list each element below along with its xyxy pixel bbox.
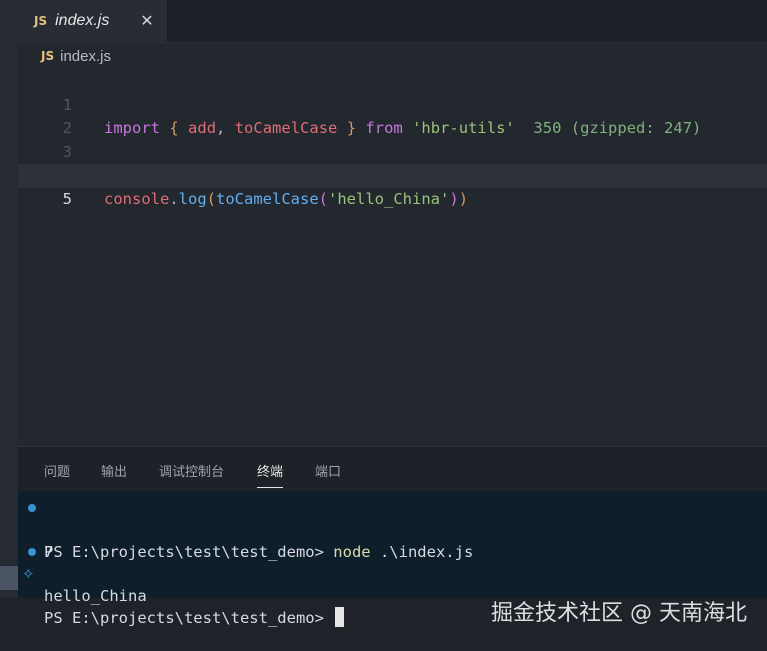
watermark: 掘金技术社区 @ 天南海北: [491, 601, 747, 626]
editor-tab-bar: JS index.js ✕: [18, 0, 767, 43]
code-token: ): [458, 189, 469, 208]
terminal-prompt: PS E:\projects\test\test_demo>: [44, 543, 334, 561]
terminal-cursor: [335, 607, 345, 627]
code-line[interactable]: 2: [18, 94, 767, 137]
tab-label: index.js: [55, 12, 110, 29]
terminal-line: ✧ PS E:\projects\test\test_demo>: [18, 563, 345, 627]
code-line[interactable]: 3 console.log(add(1, 6)): [18, 117, 767, 185]
code-line[interactable]: 1 import { add, toCamelCase } from 'hbr-…: [18, 70, 767, 138]
tab-ports[interactable]: 端口: [315, 461, 341, 480]
code-token: log: [178, 189, 207, 208]
code-line[interactable]: 4 console.log(toCamelCase('hello_China')…: [18, 141, 767, 208]
line-number: 5: [62, 189, 72, 208]
breadcrumb-file[interactable]: index.js: [60, 48, 111, 65]
sparkle-icon[interactable]: ✧: [22, 563, 35, 585]
terminal[interactable]: PS E:\projects\test\test_demo> node .\in…: [18, 491, 767, 627]
js-file-icon: JS: [41, 49, 55, 63]
activity-bar: [0, 0, 18, 598]
bottom-panel: 问题 输出 调试控制台 终端 端口 PS E:\projects\test\te…: [18, 446, 767, 627]
code-token: (: [318, 189, 329, 208]
close-icon[interactable]: ✕: [137, 11, 157, 31]
activity-bar-indicator: [0, 566, 18, 590]
code-token: (: [206, 189, 217, 208]
terminal-command: node: [333, 543, 371, 561]
tab-debug-console[interactable]: 调试控制台: [159, 461, 224, 480]
editor-tab-index-js[interactable]: JS index.js ✕: [18, 0, 168, 42]
command-decoration-icon[interactable]: [28, 504, 36, 512]
terminal-line: hello_China: [18, 541, 147, 605]
code-token: ): [449, 189, 459, 208]
terminal-line: 7: [18, 519, 74, 561]
terminal-prompt: PS E:\projects\test\test_demo>: [44, 609, 334, 627]
js-file-icon: JS: [34, 14, 48, 28]
code-token: .: [169, 189, 179, 208]
tab-terminal[interactable]: 终端: [257, 461, 284, 488]
command-decoration-icon[interactable]: [28, 548, 36, 556]
code-editor[interactable]: 1 import { add, toCamelCase } from 'hbr-…: [18, 70, 767, 208]
code-line-current[interactable]: 5: [18, 164, 767, 208]
editor-area: JS index.js ✕ JS index.js 1 import { add…: [18, 0, 767, 446]
terminal-line: PS E:\projects\test\test_demo> node .\in…: [18, 497, 473, 561]
code-token: console: [104, 189, 170, 208]
tab-output[interactable]: 输出: [101, 461, 127, 480]
terminal-args: .\index.js: [370, 543, 474, 561]
tab-problems[interactable]: 问题: [44, 461, 70, 480]
panel-tab-bar: 问题 输出 调试控制台 终端 端口: [18, 447, 767, 491]
code-token: toCamelCase: [216, 189, 319, 208]
breadcrumb[interactable]: JS index.js: [18, 42, 767, 70]
code-token: 'hello_China': [328, 189, 450, 208]
